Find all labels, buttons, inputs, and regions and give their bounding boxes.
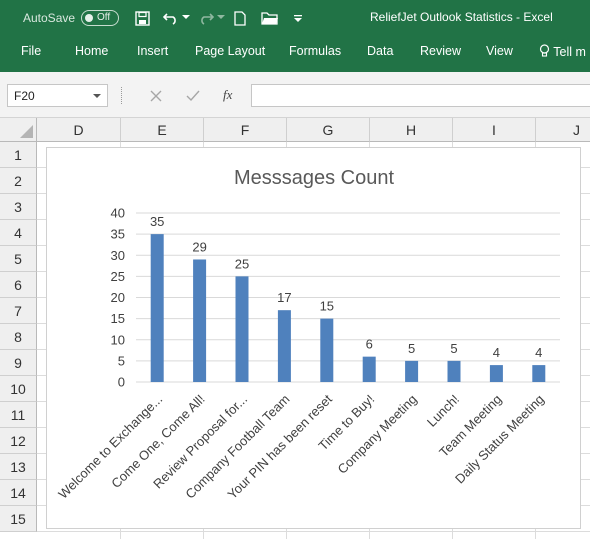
row-header-13[interactable]: 13 <box>0 454 37 480</box>
y-tick-label: 35 <box>111 227 125 242</box>
row-header-7[interactable]: 7 <box>0 298 37 324</box>
bar <box>489 365 503 382</box>
divider <box>121 87 123 104</box>
document-title: ReliefJet Outlook Statistics - Excel <box>370 10 553 24</box>
customize-icon[interactable] <box>292 8 304 28</box>
redo-dropdown-icon[interactable] <box>216 8 226 28</box>
bar <box>320 318 334 382</box>
y-tick-label: 15 <box>111 311 125 326</box>
formula-input[interactable] <box>251 84 590 107</box>
lightbulb-icon <box>539 44 550 57</box>
column-header-h[interactable]: H <box>370 118 453 142</box>
bar <box>193 259 207 382</box>
redo-icon[interactable] <box>197 8 215 28</box>
name-box-value: F20 <box>14 89 35 103</box>
row-header-1[interactable]: 1 <box>0 142 37 168</box>
data-label: 5 <box>450 341 457 356</box>
row-header-9[interactable]: 9 <box>0 350 37 376</box>
column-header-f[interactable]: F <box>204 118 287 142</box>
column-header-g[interactable]: G <box>287 118 370 142</box>
tab-page-layout[interactable]: Page Layout <box>195 44 265 58</box>
row-header-14[interactable]: 14 <box>0 480 37 506</box>
bar-chart: Messsages Count051015202530354035Welcome… <box>55 167 560 502</box>
row-header-5[interactable]: 5 <box>0 246 37 272</box>
tell-me-search[interactable]: Tell m <box>539 44 586 59</box>
chart-area[interactable]: Messsages Count 0 5 10 15 20 25 30 35 40 35 Welcome… <box>46 147 581 529</box>
column-header-j[interactable]: J <box>536 118 590 142</box>
data-label: 6 <box>366 337 373 352</box>
ribbon-tabs: File Home Insert Page Layout Formulas Da… <box>0 37 590 72</box>
bar <box>447 360 461 382</box>
tab-view[interactable]: View <box>486 44 513 58</box>
data-label: 29 <box>192 239 206 254</box>
toggle-knob <box>85 14 93 22</box>
y-tick-label: 10 <box>111 332 125 347</box>
row-header-15[interactable]: 15 <box>0 506 37 532</box>
chart-title: Messsages Count <box>234 167 395 189</box>
column-header-d[interactable]: D <box>37 118 121 142</box>
y-tick-label: 5 <box>118 353 125 368</box>
tell-me-label: Tell m <box>553 45 586 59</box>
new-file-icon[interactable] <box>232 8 248 28</box>
row-header-2[interactable]: 2 <box>0 168 37 194</box>
select-all-button[interactable] <box>0 118 37 142</box>
chevron-down-icon[interactable] <box>93 94 101 98</box>
tab-home[interactable]: Home <box>75 44 108 58</box>
open-folder-icon[interactable] <box>260 8 280 28</box>
autosave-toggle[interactable]: Off <box>81 10 119 26</box>
data-label: 4 <box>493 345 500 360</box>
name-box[interactable]: F20 <box>7 84 108 107</box>
bar <box>235 276 249 382</box>
column-header-e[interactable]: E <box>121 118 204 142</box>
row-header-12[interactable]: 12 <box>0 428 37 454</box>
insert-function-icon[interactable]: fx <box>223 87 232 103</box>
row-header-8[interactable]: 8 <box>0 324 37 350</box>
bar <box>532 365 546 382</box>
data-label: 35 <box>150 214 164 229</box>
formula-bar: F20 fx <box>0 72 590 118</box>
tab-formulas[interactable]: Formulas <box>289 44 341 58</box>
row-header-6[interactable]: 6 <box>0 272 37 298</box>
autosave-label: AutoSave <box>23 11 76 25</box>
tab-data[interactable]: Data <box>367 44 393 58</box>
y-tick-label: 40 <box>111 206 125 221</box>
tab-file[interactable]: File <box>21 44 41 58</box>
bar <box>362 356 376 382</box>
category-label: Lunch! <box>424 392 462 430</box>
bar <box>405 360 419 382</box>
save-icon[interactable] <box>133 8 151 28</box>
bar <box>277 310 291 382</box>
category-label: Company Meeting <box>335 392 420 477</box>
data-label: 15 <box>320 299 334 314</box>
row-header-11[interactable]: 11 <box>0 402 37 428</box>
tab-review[interactable]: Review <box>420 44 461 58</box>
y-tick-label: 0 <box>118 375 125 390</box>
cancel-icon[interactable] <box>150 89 162 107</box>
data-label: 25 <box>235 256 249 271</box>
row-header-3[interactable]: 3 <box>0 194 37 220</box>
undo-icon[interactable] <box>162 8 180 28</box>
data-label: 17 <box>277 290 291 305</box>
select-all-triangle-icon <box>20 125 33 138</box>
y-tick-label: 30 <box>111 248 125 263</box>
data-label: 5 <box>408 341 415 356</box>
y-tick-label: 20 <box>111 290 125 305</box>
bar <box>150 234 164 382</box>
tab-insert[interactable]: Insert <box>137 44 168 58</box>
undo-dropdown-icon[interactable] <box>181 8 191 28</box>
row-header-4[interactable]: 4 <box>0 220 37 246</box>
y-tick-label: 25 <box>111 269 125 284</box>
column-header-i[interactable]: I <box>453 118 536 142</box>
row-header-10[interactable]: 10 <box>0 376 37 402</box>
enter-check-icon[interactable] <box>186 89 200 107</box>
autosave-state: Off <box>97 12 111 23</box>
data-label: 4 <box>535 345 542 360</box>
title-bar: AutoSave Off ReliefJet Outlook Statistic… <box>0 0 590 37</box>
